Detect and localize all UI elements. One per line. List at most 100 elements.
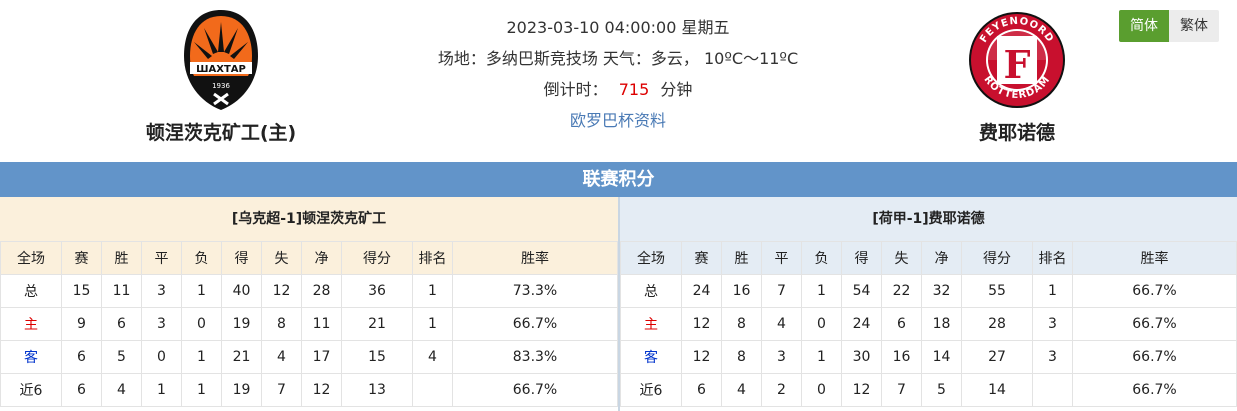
- table-cell: 73.3%: [452, 274, 618, 308]
- column-header: 负: [181, 241, 222, 275]
- home-standings-panel: [乌克超-1]顿涅茨克矿工 全场赛胜平负得失净得分 排名 胜率总 15 11 3 1 40 12…: [0, 197, 618, 411]
- column-header: 失: [881, 241, 922, 275]
- europa-league-info-link[interactable]: 欧罗巴杯资料: [400, 105, 836, 136]
- table-cell: 6: [101, 307, 142, 341]
- match-header: ШАХТАР 1936 顿涅茨克矿工(主) 2023-03-10 04:00:0…: [0, 0, 1237, 162]
- table-cell: 1: [412, 307, 453, 341]
- match-countdown: 倒计时： 715 分钟: [400, 74, 836, 105]
- table-row: 近6 6 4 1 1 19 7 12 13 66.7%: [0, 373, 618, 407]
- away-team-name[interactable]: 费耶诺德: [907, 118, 1127, 145]
- shakhtar-logo-icon: ШАХТАР 1936: [176, 8, 266, 112]
- table-cell: 15: [341, 340, 413, 374]
- table-cell: 66.7%: [1072, 307, 1237, 341]
- table-row: 客 6 5 0 1 21 4 17 15 4 83.3%: [0, 340, 618, 374]
- table-cell: 66.7%: [1072, 340, 1237, 374]
- column-header: 全场: [620, 241, 682, 275]
- home-team[interactable]: ШАХТАР 1936 顿涅茨克矿工(主): [111, 0, 331, 145]
- table-cell: 22: [881, 274, 922, 308]
- table-cell: 15: [61, 274, 102, 308]
- svg-text:1936: 1936: [212, 82, 230, 90]
- table-cell: 3: [141, 274, 182, 308]
- table-cell: 4: [261, 340, 302, 374]
- table-cell: 0: [141, 340, 182, 374]
- table-row: 主 9 6 3 0 19 8 11 21 1 66.7%: [0, 307, 618, 341]
- table-cell: 0: [181, 307, 222, 341]
- table-cell: 27: [961, 340, 1033, 374]
- table-cell: 4: [761, 307, 802, 341]
- home-standings-table: 全场赛胜平负得失净得分 排名 胜率总 15 11 3 1 40 12 28 36 1 73.3% 主 9 6 3…: [0, 241, 618, 407]
- table-cell: 6: [61, 373, 102, 407]
- table-cell: 40: [221, 274, 262, 308]
- countdown-value: 715: [618, 80, 650, 99]
- row-label: 主: [0, 307, 62, 341]
- column-header: 得分: [961, 241, 1033, 275]
- table-cell: 8: [721, 307, 762, 341]
- table-cell: 8: [261, 307, 302, 341]
- column-header: 赛: [681, 241, 722, 275]
- table-cell: 3: [141, 307, 182, 341]
- column-header: 排名: [1032, 241, 1073, 275]
- table-cell: 5: [921, 373, 962, 407]
- table-cell: 11: [101, 274, 142, 308]
- column-header: 胜率: [452, 241, 618, 275]
- column-header: 平: [141, 241, 182, 275]
- table-cell: 54: [841, 274, 882, 308]
- table-header-row: 全场赛胜平负得失净得分 排名 胜率: [620, 241, 1237, 275]
- table-cell: 6: [61, 340, 102, 374]
- table-cell: 12: [841, 373, 882, 407]
- table-header-row: 全场赛胜平负得失净得分 排名 胜率: [0, 241, 618, 275]
- table-cell: 21: [341, 307, 413, 341]
- traditional-chinese-button[interactable]: 繁体: [1169, 10, 1219, 42]
- column-header: 胜: [721, 241, 762, 275]
- table-row: 客 12 8 3 1 30 16 14 27 3 66.7%: [620, 340, 1237, 374]
- table-cell: 12: [261, 274, 302, 308]
- table-cell: 1: [801, 340, 842, 374]
- table-row: 近6 6 4 2 0 12 7 5 14 66.7%: [620, 373, 1237, 407]
- home-team-name[interactable]: 顿涅茨克矿工(主): [111, 118, 331, 145]
- row-label: 客: [620, 340, 682, 374]
- table-cell: 16: [881, 340, 922, 374]
- away-team[interactable]: FEYENOORD ROTTERDAM F 费耶诺德: [907, 0, 1127, 145]
- home-standings-title: [乌克超-1]顿涅茨克矿工: [0, 197, 618, 241]
- svg-text:ШАХТАР: ШАХТАР: [196, 64, 246, 75]
- table-cell: 14: [921, 340, 962, 374]
- table-cell: 1: [801, 274, 842, 308]
- table-row: 总 15 11 3 1 40 12 28 36 1 73.3%: [0, 274, 618, 308]
- row-label: 总: [0, 274, 62, 308]
- table-cell: 14: [961, 373, 1033, 407]
- column-header: 得分: [341, 241, 413, 275]
- table-cell: 66.7%: [1072, 373, 1237, 407]
- table-cell: 12: [681, 340, 722, 374]
- column-header: 得: [221, 241, 262, 275]
- table-cell: 12: [681, 307, 722, 341]
- table-cell: 5: [101, 340, 142, 374]
- column-header: 净: [301, 241, 342, 275]
- table-cell: [412, 373, 453, 407]
- language-switch: 简体 繁体: [1119, 10, 1219, 42]
- table-cell: 9: [61, 307, 102, 341]
- table-cell: 13: [341, 373, 413, 407]
- simplified-chinese-button[interactable]: 简体: [1119, 10, 1169, 42]
- league-standings-title: 联赛积分: [0, 162, 1237, 197]
- match-datetime: 2023-03-10 04:00:00 星期五: [506, 18, 730, 37]
- table-cell: 83.3%: [452, 340, 618, 374]
- table-cell: 4: [101, 373, 142, 407]
- feyenoord-logo-icon: FEYENOORD ROTTERDAM F: [969, 8, 1065, 112]
- table-cell: 1: [181, 274, 222, 308]
- table-cell: 12: [301, 373, 342, 407]
- match-venue: 场地：多纳巴斯竞技场 天气：多云， 10ºC～11ºC: [437, 49, 799, 68]
- table-cell: 2: [761, 373, 802, 407]
- row-label: 主: [620, 307, 682, 341]
- table-cell: 66.7%: [452, 307, 618, 341]
- column-header: 排名: [412, 241, 453, 275]
- away-standings-panel: [荷甲-1]费耶诺德 全场赛胜平负得失净得分 排名 胜率总 24 16 7 1 54 22 32 5…: [620, 197, 1237, 411]
- table-cell: 1: [181, 340, 222, 374]
- table-cell: 30: [841, 340, 882, 374]
- table-cell: 1: [181, 373, 222, 407]
- table-cell: 28: [961, 307, 1033, 341]
- table-cell: 11: [301, 307, 342, 341]
- table-cell: 1: [1032, 274, 1073, 308]
- column-header: 得: [841, 241, 882, 275]
- table-cell: 36: [341, 274, 413, 308]
- table-cell: 0: [801, 307, 842, 341]
